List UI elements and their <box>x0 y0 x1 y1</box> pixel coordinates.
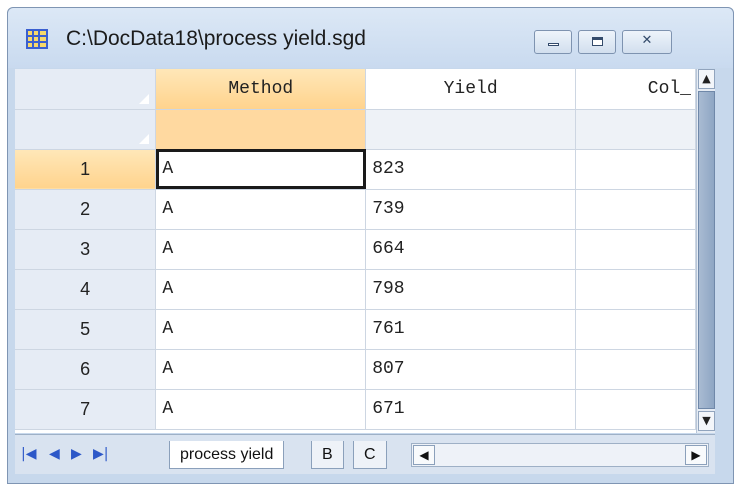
subheader-corner <box>15 109 157 150</box>
column-header-method[interactable]: Method <box>155 69 367 110</box>
subheader-col[interactable] <box>575 109 696 150</box>
row-number[interactable]: 3 <box>15 229 157 270</box>
arrow-up-icon: ▲ <box>702 72 711 85</box>
row-number[interactable]: 1 <box>15 149 157 190</box>
row-number[interactable]: 4 <box>15 269 157 310</box>
select-all-corner[interactable] <box>15 69 157 110</box>
arrow-left-icon: ◀ <box>419 448 429 462</box>
arrow-down-icon: ▼ <box>702 414 711 427</box>
first-sheet-icon[interactable]: |◀ <box>21 445 36 463</box>
sheet-tab-process-yield[interactable]: process yield <box>169 441 285 469</box>
last-sheet-icon[interactable]: ▶| <box>93 445 108 463</box>
column-header-yield[interactable]: Yield <box>365 69 577 110</box>
subheader-yield[interactable] <box>365 109 577 150</box>
cell-method[interactable]: A <box>155 389 367 430</box>
subheader-method[interactable] <box>155 109 367 150</box>
cell-method[interactable]: A <box>155 309 367 350</box>
cell-empty[interactable] <box>575 229 696 270</box>
row-number[interactable]: 2 <box>15 189 157 230</box>
sheet-tab-b[interactable]: B <box>311 441 344 469</box>
cell-yield[interactable]: 761 <box>365 309 577 350</box>
cell-empty[interactable] <box>575 349 696 390</box>
maximize-button[interactable] <box>578 30 616 54</box>
scroll-right-button[interactable]: ▶ <box>685 445 707 465</box>
table-row: 4 A 798 <box>15 269 696 310</box>
cell-yield[interactable]: 807 <box>365 349 577 390</box>
minimize-icon <box>548 43 559 46</box>
sheet-tab-c[interactable]: C <box>353 441 387 469</box>
row-number[interactable]: 6 <box>15 349 157 390</box>
table-row: 2 A 739 <box>15 189 696 230</box>
data-grid[interactable]: Method Yield Col_ 1 A 823 2 A 739 3 A 66… <box>15 69 696 433</box>
cell-empty[interactable] <box>575 149 696 190</box>
window-title: C:\DocData18\process yield.sgd <box>66 27 366 50</box>
maximize-icon <box>592 37 603 46</box>
table-row: 1 A 823 <box>15 149 696 190</box>
arrow-right-icon: ▶ <box>691 448 701 462</box>
table-row: 7 A 671 <box>15 389 696 430</box>
cell-empty[interactable] <box>575 309 696 350</box>
table-row: 5 A 761 <box>15 309 696 350</box>
table-row: 3 A 664 <box>15 229 696 270</box>
scroll-left-button[interactable]: ◀ <box>413 445 435 465</box>
scroll-down-button[interactable]: ▼ <box>698 411 715 431</box>
cell-yield[interactable]: 664 <box>365 229 577 270</box>
scroll-up-button[interactable]: ▲ <box>698 69 715 89</box>
close-button[interactable]: ✕ <box>622 30 672 54</box>
cell-method[interactable]: A <box>155 229 367 270</box>
previous-sheet-icon[interactable]: ◀ <box>49 445 60 463</box>
row-number[interactable]: 7 <box>15 389 157 430</box>
cell-yield[interactable]: 798 <box>365 269 577 310</box>
next-sheet-icon[interactable]: ▶ <box>71 445 82 463</box>
sheet-tab-bar: |◀ ◀ ▶ ▶| process yield B C ◀ ▶ <box>15 434 715 474</box>
cell-yield[interactable]: 823 <box>365 149 577 190</box>
row-number[interactable]: 5 <box>15 309 157 350</box>
cell-empty[interactable] <box>575 269 696 310</box>
column-header-col[interactable]: Col_ <box>575 69 696 110</box>
table-row: 6 A 807 <box>15 349 696 390</box>
cell-empty[interactable] <box>575 189 696 230</box>
horizontal-scrollbar[interactable]: ◀ ▶ <box>411 443 709 467</box>
minimize-button[interactable] <box>534 30 572 54</box>
cell-method[interactable]: A <box>155 189 367 230</box>
title-bar[interactable]: C:\DocData18\process yield.sgd ✕ <box>8 8 733 68</box>
cell-yield[interactable]: 671 <box>365 389 577 430</box>
cell-yield[interactable]: 739 <box>365 189 577 230</box>
cell-method[interactable]: A <box>155 149 367 190</box>
cell-empty[interactable] <box>575 389 696 430</box>
cell-method[interactable]: A <box>155 349 367 390</box>
vertical-scroll-thumb[interactable] <box>698 91 715 409</box>
spreadsheet-icon <box>26 29 48 49</box>
vertical-scrollbar[interactable]: ▲ ▼ <box>696 69 715 433</box>
close-icon: ✕ <box>641 33 653 48</box>
cell-method[interactable]: A <box>155 269 367 310</box>
